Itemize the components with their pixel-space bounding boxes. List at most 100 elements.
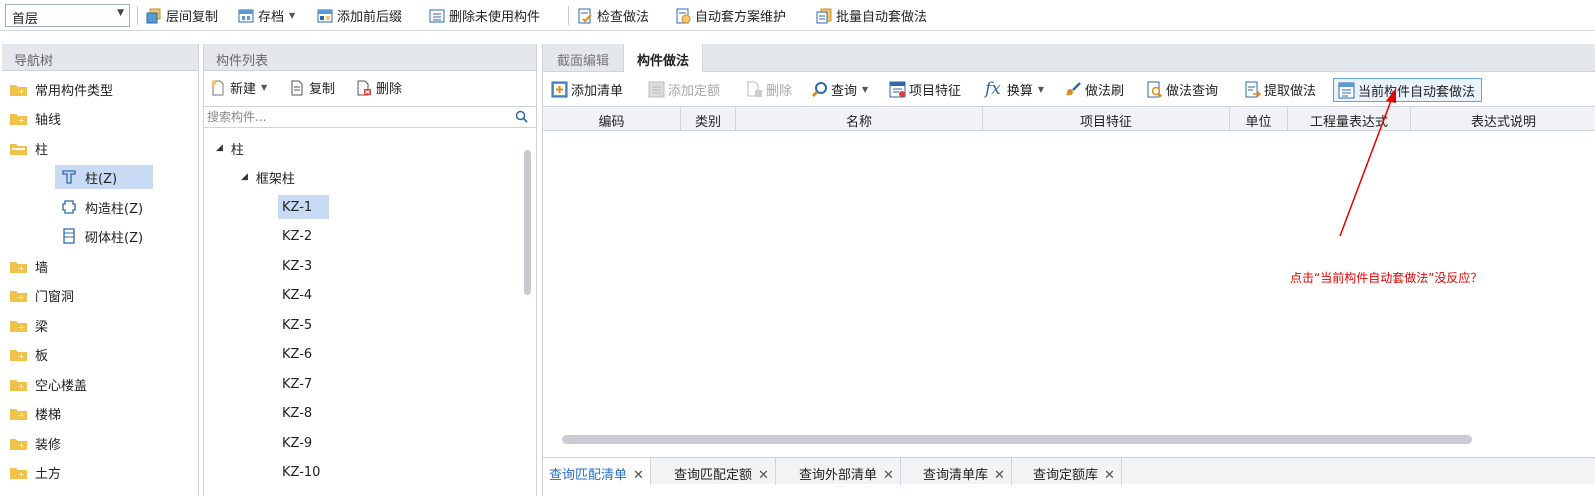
column-name[interactable]: 名称 — [736, 107, 983, 131]
chevron-down-icon[interactable]: ▼ — [1038, 85, 1044, 94]
new-component-label: 新建 — [230, 82, 257, 97]
column-code[interactable]: 编码 — [543, 107, 681, 131]
collapse-triangle-icon[interactable]: ◢ — [216, 143, 223, 153]
nav-item-wall[interactable]: + 墙 — [10, 254, 48, 278]
column-quantity-expression[interactable]: 工程量表达式 — [1288, 107, 1411, 131]
extract-method-button[interactable]: 提取做法 — [1244, 77, 1316, 101]
close-icon[interactable]: ✕ — [1104, 468, 1115, 483]
component-item-kz2[interactable]: KZ-2 — [282, 224, 312, 248]
tab-component-method[interactable]: 构件做法 — [623, 44, 703, 72]
brush-icon — [1066, 81, 1081, 96]
nav-item-decoration[interactable]: + 装修 — [10, 431, 61, 455]
nav-item-column-z[interactable]: 柱(Z) — [55, 165, 153, 189]
column-item-feature[interactable]: 项目特征 — [983, 107, 1230, 131]
component-item-kz7[interactable]: KZ-7 — [282, 372, 312, 396]
delete-method-button[interactable]: 删除 — [746, 77, 792, 101]
collapse-triangle-icon[interactable]: ◢ — [241, 172, 248, 182]
nav-item-label: 梁 — [35, 319, 49, 335]
close-icon[interactable]: ✕ — [758, 468, 769, 483]
chevron-down-icon[interactable]: ▼ — [261, 83, 267, 92]
component-item-kz9[interactable]: KZ-9 — [282, 431, 312, 455]
nav-item-door-window[interactable]: + 门窗洞 — [10, 283, 74, 307]
folder-open-icon — [10, 143, 27, 155]
tree-node-frame-column[interactable]: ◢ 框架柱 — [241, 165, 295, 189]
batch-auto-method-button[interactable]: 批量自动套做法 — [816, 5, 927, 26]
column-category[interactable]: 类别 — [681, 107, 736, 131]
conversion-button[interactable]: fx 换算 ▼ — [985, 77, 1044, 101]
nav-item-column[interactable]: 柱 — [10, 136, 48, 160]
toolbar-divider — [568, 6, 569, 25]
new-component-button[interactable]: 新建 ▼ — [210, 77, 267, 98]
delete-unused-button[interactable]: 删除未使用构件 — [429, 5, 540, 26]
component-item-kz4[interactable]: KZ-4 — [282, 283, 312, 307]
chevron-down-icon[interactable]: ▼ — [862, 85, 868, 94]
vertical-scrollbar[interactable] — [524, 150, 531, 295]
component-item-kz6[interactable]: KZ-6 — [282, 342, 312, 366]
floor-copy-button[interactable]: 层间复制 — [146, 5, 218, 26]
component-list-title: 构件列表 — [204, 44, 536, 71]
method-brush-button[interactable]: 做法刷 — [1065, 77, 1124, 101]
copy-component-button[interactable]: 复制 — [289, 77, 335, 98]
nav-item-label: 轴线 — [35, 112, 62, 128]
column-expression-desc[interactable]: 表达式说明 — [1411, 107, 1595, 131]
batch-document-icon — [816, 8, 832, 23]
new-document-icon — [211, 80, 224, 95]
delete-document-icon — [747, 81, 762, 97]
nav-item-constructional-column[interactable]: 构造柱(Z) — [61, 195, 143, 219]
nav-item-hollow-floor[interactable]: + 空心楼盖 — [10, 372, 87, 396]
nav-item-beam[interactable]: + 梁 — [10, 313, 48, 337]
tab-section-edit[interactable]: 截面编辑 — [543, 44, 623, 72]
tab-query-quota-library[interactable]: 查询定额库 ✕ — [1027, 458, 1122, 485]
chevron-down-icon[interactable]: ▼ — [289, 11, 295, 20]
nav-item-slab[interactable]: + 板 — [10, 342, 48, 366]
conversion-label: 换算 — [1006, 83, 1033, 99]
component-item-kz5[interactable]: KZ-5 — [282, 313, 312, 337]
item-feature-label: 项目特征 — [909, 83, 962, 99]
item-feature-button[interactable]: 项目特征 — [889, 77, 961, 101]
delete-component-button[interactable]: 删除 — [356, 77, 402, 98]
floor-copy-label: 层间复制 — [166, 10, 219, 25]
add-prefix-suffix-button[interactable]: 添加前后缀 — [317, 5, 402, 26]
search-icon[interactable] — [515, 110, 528, 123]
tab-label: 查询外部清单 — [799, 468, 878, 483]
item-feature-icon — [889, 81, 906, 97]
floor-select[interactable]: 首层 ▼ — [5, 4, 130, 27]
add-bill-button[interactable]: 添加清单 — [551, 77, 623, 101]
nav-item-masonry-column[interactable]: 砌体柱(Z) — [61, 224, 143, 248]
nav-item-common-types[interactable]: + 常用构件类型 — [10, 77, 113, 101]
close-icon[interactable]: ✕ — [633, 468, 644, 483]
folder-icon: + — [10, 467, 27, 479]
nav-item-earthwork[interactable]: + 土方 — [10, 460, 61, 484]
add-prefix-suffix-label: 添加前后缀 — [337, 10, 403, 25]
horizontal-scrollbar[interactable] — [562, 435, 1472, 444]
tab-query-match-quota[interactable]: 查询匹配定额 ✕ — [668, 458, 776, 485]
component-item-kz8[interactable]: KZ-8 — [282, 401, 312, 425]
copy-component-label: 复制 — [309, 82, 336, 97]
auto-scheme-maintain-button[interactable]: 自动套方案维护 — [675, 5, 786, 26]
query-button[interactable]: 查询 ▼ — [811, 77, 868, 101]
tab-label: 查询匹配清单 — [549, 468, 628, 483]
tab-query-bill-library[interactable]: 查询清单库 ✕ — [917, 458, 1012, 485]
tree-node-column[interactable]: ◢ 柱 — [216, 136, 244, 160]
tab-query-external-bill[interactable]: 查询外部清单 ✕ — [793, 458, 901, 485]
close-icon[interactable]: ✕ — [883, 468, 894, 483]
tab-query-match-bill[interactable]: 查询匹配清单 ✕ — [543, 458, 651, 485]
component-item-kz1[interactable]: KZ-1 — [278, 195, 329, 219]
component-item-kz3[interactable]: KZ-3 — [282, 254, 312, 278]
add-quota-button[interactable]: 添加定额 — [648, 77, 720, 101]
folder-icon: + — [10, 84, 27, 96]
column-unit[interactable]: 单位 — [1230, 107, 1288, 131]
auto-apply-current-button[interactable]: 当前构件自动套做法 — [1333, 78, 1483, 102]
nav-item-stairs[interactable]: + 楼梯 — [10, 401, 61, 425]
check-method-button[interactable]: 检查做法 — [577, 5, 649, 26]
nav-item-axis[interactable]: + 轴线 — [10, 106, 61, 130]
archive-button[interactable]: 存档 ▼ — [238, 5, 295, 26]
component-label: KZ-8 — [282, 405, 313, 421]
close-icon[interactable]: ✕ — [994, 468, 1005, 483]
tab-label: 查询匹配定额 — [674, 468, 753, 483]
component-search-input[interactable] — [204, 107, 504, 127]
method-query-button[interactable]: 做法查询 — [1146, 77, 1218, 101]
nav-item-label: 构造柱(Z) — [85, 201, 144, 217]
add-bill-icon — [551, 81, 568, 97]
component-item-kz10[interactable]: KZ-10 — [282, 460, 320, 484]
